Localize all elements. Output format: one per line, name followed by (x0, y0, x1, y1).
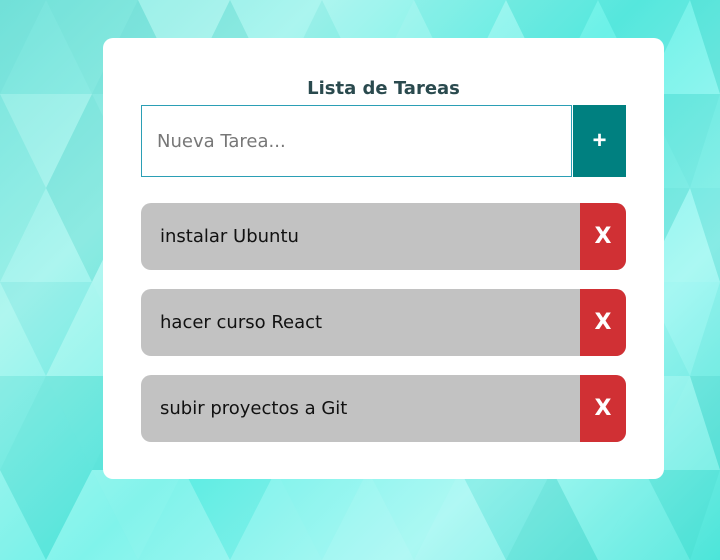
add-task-button[interactable]: + (573, 105, 626, 177)
delete-task-button[interactable]: X (580, 289, 626, 356)
task-text: subir proyectos a Git (160, 398, 348, 419)
page-title: Lista de Tareas (307, 78, 460, 99)
new-task-input[interactable] (142, 106, 571, 176)
task-text: instalar Ubuntu (160, 226, 299, 247)
task-text: hacer curso React (160, 312, 323, 333)
task-item: instalar Ubuntu X (141, 203, 626, 270)
new-task-field[interactable] (141, 105, 572, 177)
delete-task-button[interactable]: X (580, 375, 626, 442)
delete-task-button[interactable]: X (580, 203, 626, 270)
task-item: subir proyectos a Git X (141, 375, 626, 442)
task-item: hacer curso React X (141, 289, 626, 356)
todo-card: Lista de Tareas + instalar Ubuntu X hace… (103, 38, 664, 479)
